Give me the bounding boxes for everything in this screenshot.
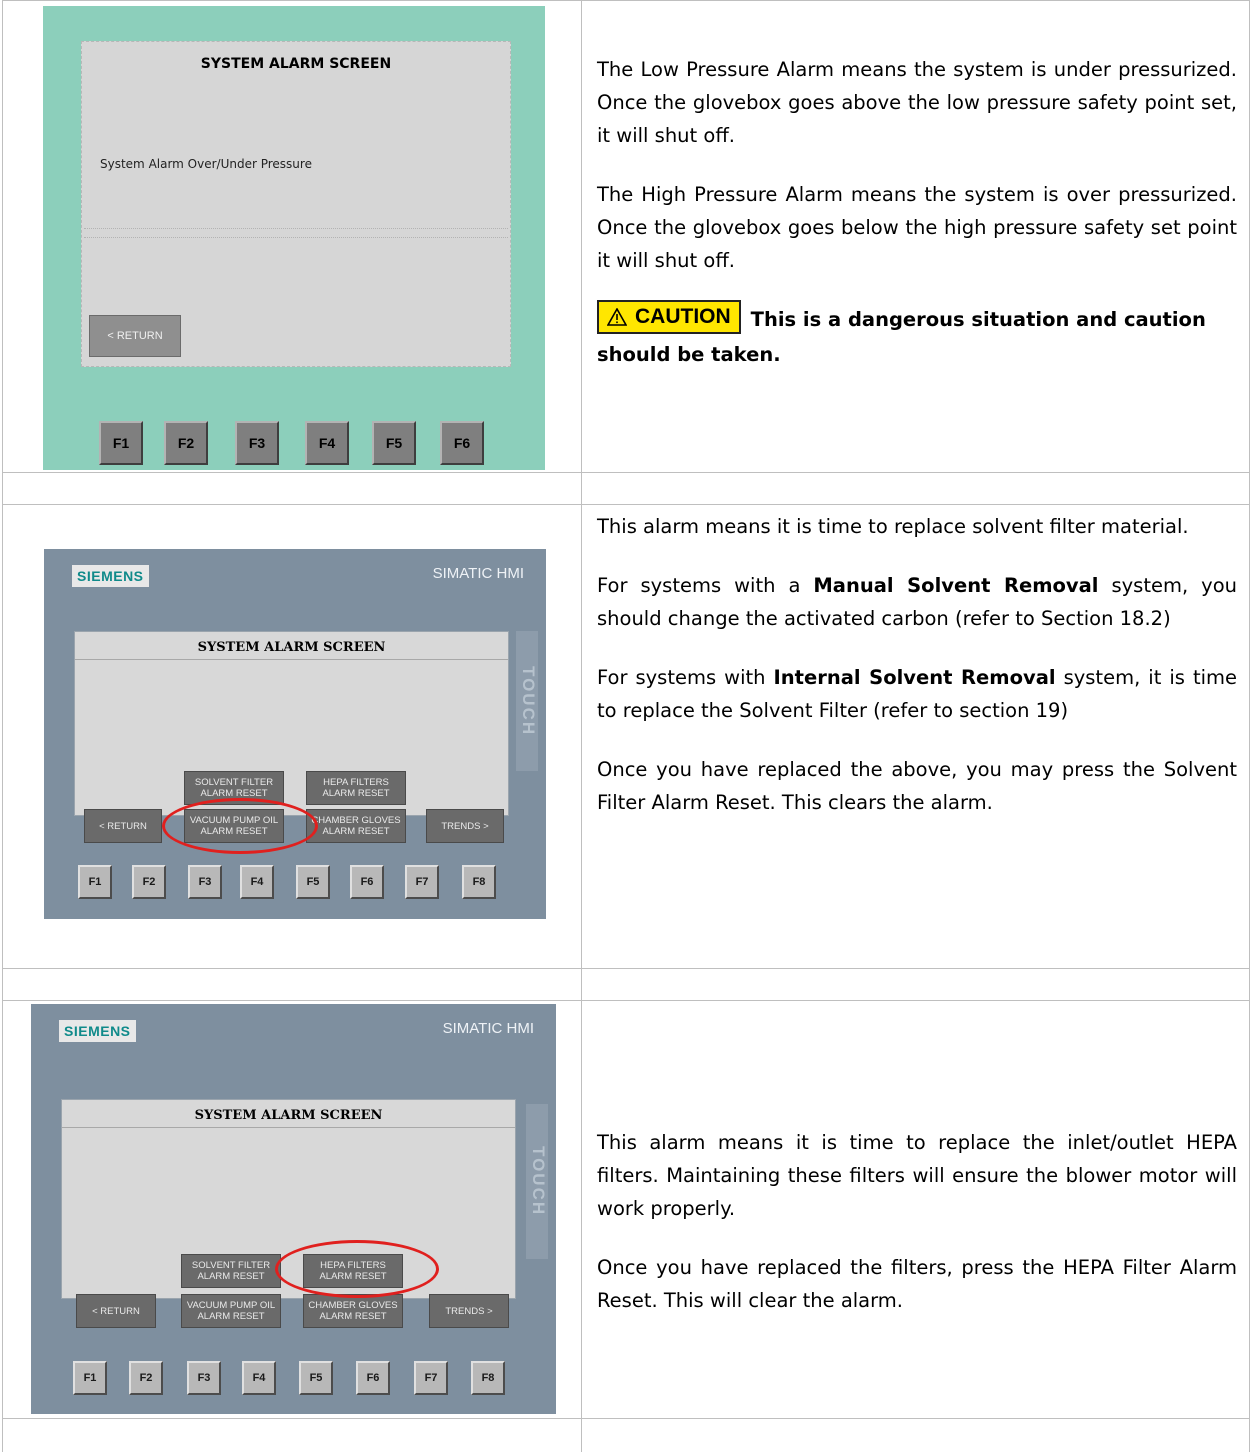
touch-label: TOUCH [516,631,538,771]
f2-key[interactable]: F2 [132,865,166,899]
hepa-paragraph-1: This alarm means it is time to replace t… [597,1131,1237,1220]
return-button[interactable]: < RETURN [89,315,181,357]
f1-key[interactable]: F1 [99,421,143,465]
f5-key[interactable]: F5 [372,421,416,465]
vacuum-pump-oil-reset-button[interactable]: VACUUM PUMP OIL ALARM RESET [181,1294,281,1328]
siemens-logo: SIEMENS [72,565,149,587]
warning-triangle-icon [607,307,627,326]
text-run: For systems with [597,666,774,689]
chamber-gloves-reset-button[interactable]: CHAMBER GLOVES ALARM RESET [306,809,406,843]
chamber-gloves-reset-button[interactable]: CHAMBER GLOVES ALARM RESET [303,1294,403,1328]
hepa-alarm-hmi-image: SIEMENS SIMATIC HMI TOUCH SYSTEM ALARM S… [31,1004,556,1414]
table-left-border [2,0,3,1452]
alarm-message: System Alarm Over/Under Pressure [100,157,312,171]
f5-key[interactable]: F5 [296,865,330,899]
screen-title: SYSTEM ALARM SCREEN [197,640,386,655]
hmi-screen: SYSTEM ALARM SCREEN System Alarm Over/Un… [81,41,511,367]
hmi-screen: SYSTEM ALARM SCREEN [74,631,509,816]
pressure-alarm-description: The Low Pressure Alarm means the system … [597,53,1237,397]
f2-key[interactable]: F2 [129,1361,163,1395]
f1-key[interactable]: F1 [73,1361,107,1395]
dotted-divider [84,228,508,238]
f8-key[interactable]: F8 [462,865,496,899]
solvent-alarm-hmi-image: SIEMENS SIMATIC HMI TOUCH SYSTEM ALARM S… [44,549,546,919]
solvent-alarm-description: This alarm means it is time to replace s… [597,510,1237,845]
f6-key[interactable]: F6 [350,865,384,899]
f7-key[interactable]: F7 [414,1361,448,1395]
table-row-divider [2,0,1250,1]
f7-key[interactable]: F7 [405,865,439,899]
f4-key[interactable]: F4 [240,865,274,899]
f3-key[interactable]: F3 [235,421,279,465]
solvent-filter-reset-button[interactable]: SOLVENT FILTER ALARM RESET [181,1254,281,1288]
text-run: For systems with a [597,574,814,597]
f6-key[interactable]: F6 [356,1361,390,1395]
f4-key[interactable]: F4 [305,421,349,465]
return-button[interactable]: < RETURN [76,1294,156,1328]
simatic-hmi-label: SIMATIC HMI [442,1020,534,1037]
screen-title: SYSTEM ALARM SCREEN [194,1108,383,1123]
table-column-divider [581,0,582,1452]
f2-key[interactable]: F2 [164,421,208,465]
f3-key[interactable]: F3 [187,1361,221,1395]
simatic-hmi-label: SIMATIC HMI [432,565,524,582]
table-right-border [1249,0,1250,1452]
trends-button[interactable]: TRENDS > [429,1294,509,1328]
solvent-paragraph-1: This alarm means it is time to replace s… [597,515,1189,538]
f5-key[interactable]: F5 [299,1361,333,1395]
solvent-paragraph-2: For systems with a Manual Solvent Remova… [597,569,1237,635]
hepa-paragraph-2: Once you have replaced the filters, pres… [597,1256,1237,1312]
table-row-divider [2,1000,1250,1001]
trends-button[interactable]: TRENDS > [426,809,504,843]
f3-key[interactable]: F3 [188,865,222,899]
f8-key[interactable]: F8 [471,1361,505,1395]
vacuum-pump-highlight-circle [162,798,318,854]
pressure-alarm-hmi-image: SYSTEM ALARM SCREEN System Alarm Over/Un… [43,6,545,470]
table-row-divider [2,472,1250,473]
hepa-filters-reset-button[interactable]: HEPA FILTERS ALARM RESET [306,771,406,805]
title-divider [75,659,508,660]
caution-label: CAUTION [635,305,731,328]
f1-key[interactable]: F1 [78,865,112,899]
hepa-alarm-description: This alarm means it is time to replace t… [597,1126,1237,1343]
caution-badge: CAUTION [597,299,741,334]
return-button[interactable]: < RETURN [84,809,162,843]
caution-paragraph: CAUTION This is a dangerous situation an… [597,299,1237,371]
f6-key[interactable]: F6 [440,421,484,465]
screen-title: SYSTEM ALARM SCREEN [200,56,392,72]
manual-solvent-removal-bold: Manual Solvent Removal [813,574,1099,597]
hepa-filters-highlight-circle [275,1240,439,1298]
table-row-divider [2,1418,1250,1419]
f4-key[interactable]: F4 [242,1361,276,1395]
high-pressure-paragraph: The High Pressure Alarm means the system… [597,183,1237,272]
low-pressure-paragraph: The Low Pressure Alarm means the system … [597,58,1237,147]
internal-solvent-removal-bold: Internal Solvent Removal [773,666,1056,689]
table-row-divider [2,968,1250,969]
siemens-logo: SIEMENS [59,1020,136,1042]
touch-label: TOUCH [526,1104,548,1259]
solvent-paragraph-4: Once you have replaced the above, you ma… [597,758,1237,814]
solvent-paragraph-3: For systems with Internal Solvent Remova… [597,661,1237,727]
table-row-divider [2,504,1250,505]
title-divider [62,1127,515,1128]
